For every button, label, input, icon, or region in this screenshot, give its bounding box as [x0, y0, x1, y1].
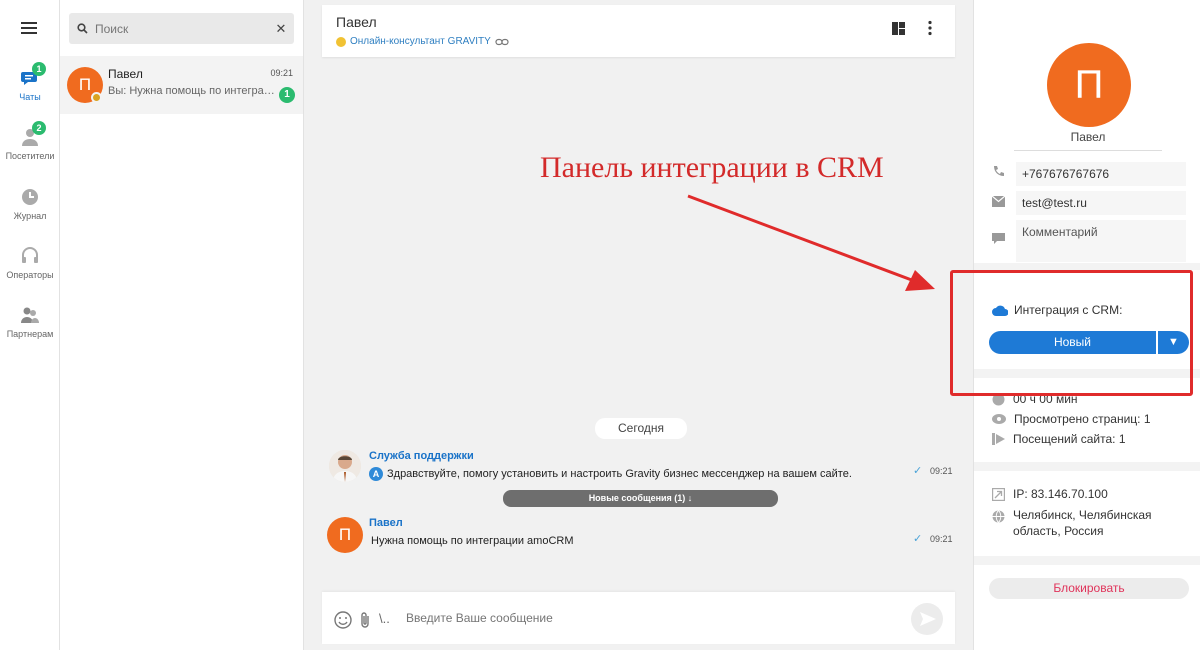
visitor-avatar: П: [327, 517, 363, 553]
search-icon: [69, 23, 95, 34]
clock-icon: [20, 187, 40, 207]
message-sender: Павел: [369, 517, 403, 529]
chat-name: Павел: [108, 67, 143, 81]
send-button[interactable]: [911, 603, 943, 635]
close-icon[interactable]: ✕: [268, 21, 294, 37]
comment-row: Комментарий: [992, 220, 1186, 262]
message-sender: Служба поддержки: [369, 450, 474, 462]
person-icon: 2: [20, 121, 46, 147]
message-input[interactable]: [406, 608, 866, 628]
nav-label: Посетители: [5, 151, 55, 161]
more-icon[interactable]: [926, 20, 934, 36]
left-nav: 1 Чаты 2 Посетители Журнал Операторы Пар…: [0, 0, 60, 650]
mail-icon: [991, 191, 1016, 212]
agent-badge: A: [369, 467, 383, 481]
new-messages-button[interactable]: Новые сообщения (1) ↓: [503, 490, 778, 507]
message-body: Нужна помощь по интеграции amoCRM: [371, 535, 574, 547]
nav-label: Операторы: [6, 270, 54, 280]
visitor-location: Челябинск, Челябинская область, Россия: [992, 507, 1192, 539]
menu-icon[interactable]: [21, 22, 37, 34]
email-field[interactable]: test@test.ru: [1016, 191, 1186, 215]
emoji-icon[interactable]: [334, 611, 352, 629]
message-time: 09:21: [930, 534, 953, 544]
chats-badge: 1: [32, 62, 46, 76]
message-time: 09:21: [930, 466, 953, 476]
block-button[interactable]: Блокировать: [989, 578, 1189, 599]
visitor-ip: IP: 83.146.70.100: [992, 487, 1108, 501]
chat-preview: Вы: Нужна помощь по интеграции amoCRM: [108, 85, 276, 97]
search-box: ✕: [69, 13, 294, 44]
read-check-icon: ✓: [913, 465, 923, 477]
layout-icon[interactable]: [892, 22, 905, 35]
annotation-highlight-box: [950, 270, 1193, 396]
quick-reply-button[interactable]: \..: [379, 611, 390, 626]
nav-item-visitors[interactable]: 2 Посетители: [0, 121, 60, 161]
email-row: test@test.ru: [991, 191, 1186, 215]
unread-badge: 1: [279, 87, 295, 103]
status-dot: [336, 36, 346, 47]
visits-icon: [992, 433, 1005, 445]
nav-label: Журнал: [13, 211, 47, 221]
visitor-card: П Павел +767676767676 test@test.ru Комме…: [974, 0, 1200, 263]
date-divider: Сегодня: [595, 418, 687, 439]
visitor-avatar: П: [1047, 43, 1131, 127]
nav-item-journal[interactable]: Журнал: [0, 187, 60, 221]
chat-time: 09:21: [270, 68, 293, 78]
chat-title: Павел: [336, 14, 377, 30]
attach-icon[interactable]: [359, 611, 371, 629]
nav-item-operators[interactable]: Операторы: [0, 246, 60, 280]
nav-item-partners[interactable]: Партнерам: [0, 305, 60, 339]
phone-field[interactable]: +767676767676: [1016, 162, 1186, 186]
message-body: Здравствуйте, помогу установить и настро…: [387, 468, 852, 480]
nav-label: Чаты: [19, 92, 41, 102]
chat-list-item[interactable]: П Павел 09:21 Вы: Нужна помощь по интегр…: [60, 56, 303, 114]
globe-icon: [992, 510, 1005, 523]
chat-subtitle[interactable]: Онлайн-консультант GRAVITY: [336, 36, 509, 47]
headset-icon: [20, 246, 40, 266]
support-avatar: [329, 450, 361, 482]
site-visits: Посещений сайта: 1: [992, 432, 1126, 446]
visitor-name: Павел: [1014, 130, 1162, 151]
annotation-text: Панель интеграции в CRM: [540, 151, 884, 184]
comment-icon: [992, 220, 1016, 250]
chat-header: Павел Онлайн-консультант GRAVITY: [322, 5, 955, 57]
message-text: A Здравствуйте, помогу установить и наст…: [369, 467, 852, 481]
search-input[interactable]: [95, 21, 268, 36]
widget-name: Онлайн-консультант GRAVITY: [350, 36, 491, 47]
phone-icon: [992, 162, 1016, 183]
external-link-icon: [992, 487, 1005, 501]
send-icon: [920, 612, 936, 626]
message-composer: \..: [322, 592, 955, 644]
link-icon: [495, 38, 509, 45]
nav-label: Партнерам: [6, 329, 54, 339]
read-check-icon: ✓: [913, 533, 923, 545]
pages-viewed: Просмотрено страниц: 1: [992, 412, 1151, 426]
comment-field[interactable]: Комментарий: [1016, 220, 1186, 262]
phone-row: +767676767676: [992, 162, 1186, 186]
nav-item-chats[interactable]: 1 Чаты: [0, 62, 60, 102]
chat-list-panel: ✕ П Павел 09:21 Вы: Нужна помощь по инте…: [60, 0, 304, 650]
visitors-badge: 2: [32, 121, 46, 135]
status-dot: [91, 92, 102, 103]
eye-icon: [992, 414, 1006, 424]
partners-icon: [20, 305, 40, 325]
chat-icon: 1: [20, 62, 46, 88]
